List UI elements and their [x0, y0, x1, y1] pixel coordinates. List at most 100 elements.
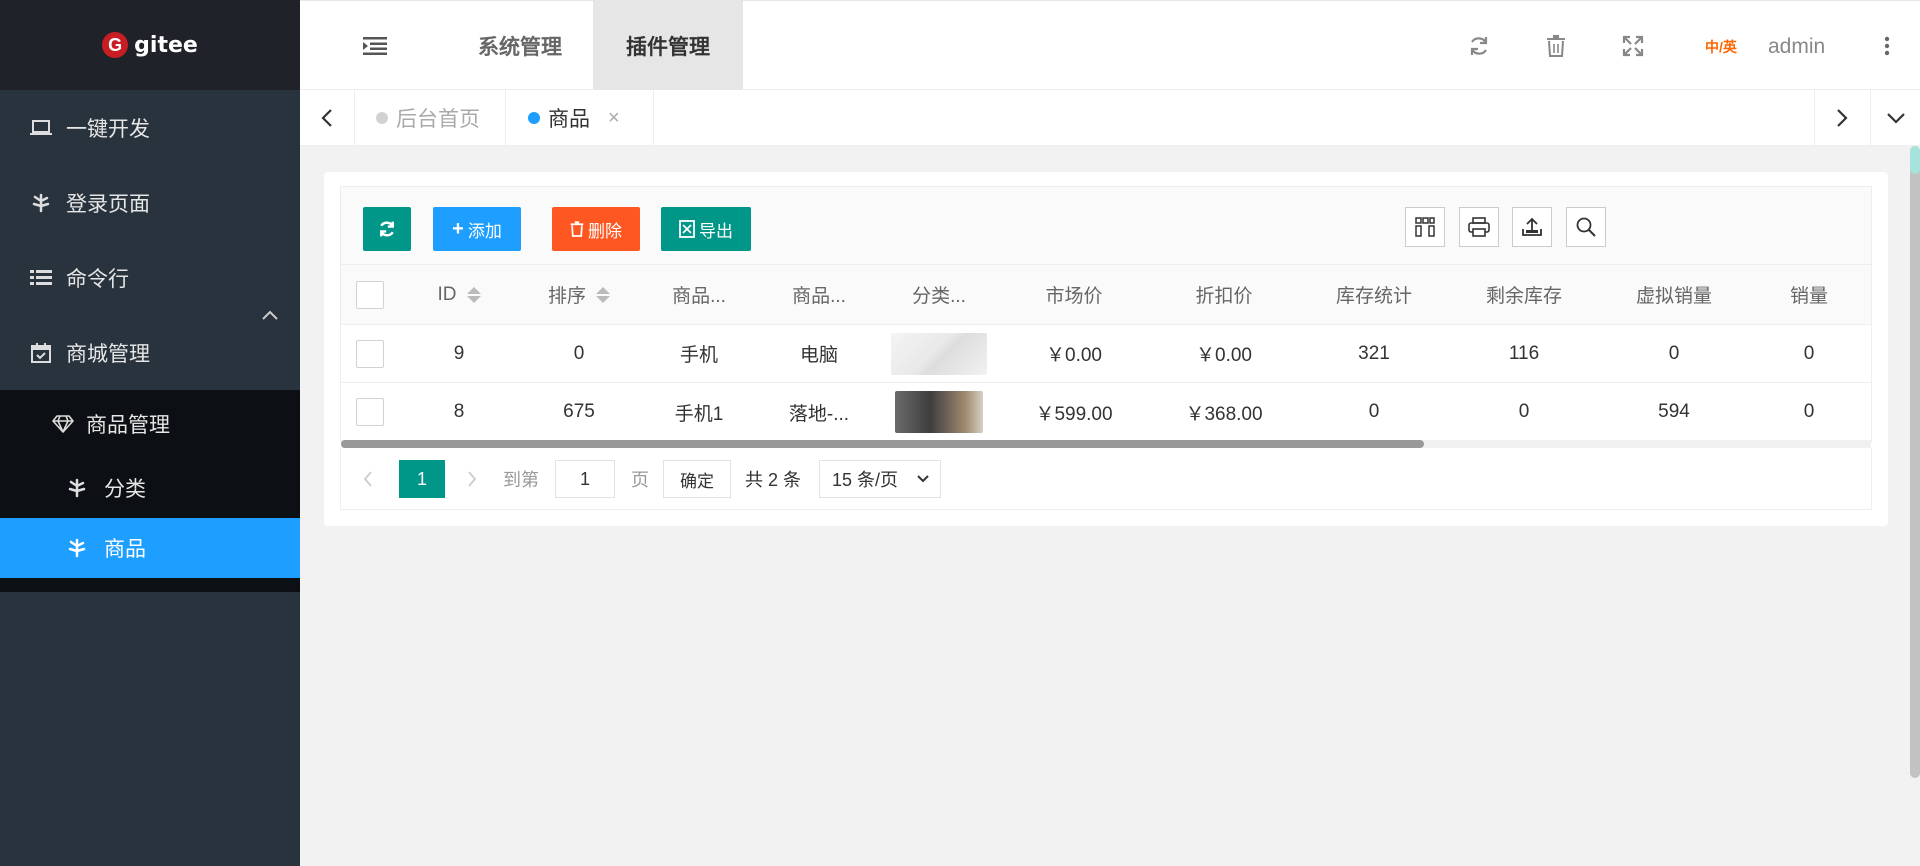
goods-thumbnail[interactable] [895, 391, 983, 433]
th-market-price: 市场价 [1045, 286, 1103, 307]
cell-virtual-sales: 594 [1658, 401, 1690, 422]
next-page-icon[interactable] [467, 460, 477, 498]
user-menu[interactable]: admin [1768, 35, 1825, 59]
sidebar-item-category[interactable]: 分类 [0, 458, 300, 518]
sidebar-item-mall-manage[interactable]: 商城管理 [0, 310, 300, 390]
list-icon [30, 267, 52, 289]
excel-file-icon [679, 220, 695, 238]
cell-goods-name: 手机 [679, 345, 718, 366]
refresh-icon[interactable] [1466, 33, 1492, 59]
menu-toggle-icon[interactable] [362, 33, 388, 59]
more-vertical-icon[interactable] [1874, 33, 1900, 59]
sidebar-item-quick-dev[interactable]: 一键开发 [0, 90, 300, 165]
search-icon[interactable] [1566, 207, 1606, 247]
page-vertical-scrollbar[interactable] [1910, 146, 1920, 778]
print-icon[interactable] [1459, 207, 1499, 247]
goto-confirm-button[interactable]: 确定 [663, 460, 731, 498]
page-tab-home[interactable]: 后台首页 [356, 90, 506, 146]
chevron-down-icon[interactable] [1870, 90, 1920, 146]
refresh-button[interactable] [363, 207, 411, 251]
trash-icon [570, 221, 584, 237]
table-row[interactable]: 8 675 手机1 落地-... ￥599.00 ￥368.00 0 0 594… [341, 383, 1871, 441]
sidebar-item-label: 商品管理 [86, 414, 170, 437]
close-icon[interactable]: × [608, 107, 620, 130]
chevron-up-icon [262, 307, 278, 325]
sort-icon[interactable] [596, 286, 610, 303]
sidebar-item-label: 分类 [104, 478, 146, 501]
delete-button[interactable]: 删除 [552, 207, 640, 251]
cell-goods-cat: 落地-... [788, 403, 850, 425]
th-sales: 销量 [1789, 286, 1828, 307]
delete-button-label: 删除 [588, 221, 622, 241]
cell-sales: 0 [1803, 342, 1815, 364]
sidebar-item-label: 一键开发 [66, 117, 150, 141]
trash-icon[interactable] [1543, 33, 1569, 59]
cell-category-image [879, 325, 999, 382]
tab-system-manage[interactable]: 系统管理 [450, 1, 590, 91]
cell-sort: 675 [563, 401, 595, 422]
cell-stock-left: 0 [1518, 401, 1530, 422]
tab-scroll-left-icon[interactable] [300, 90, 355, 146]
scrollbar-thumb[interactable] [1910, 146, 1920, 174]
th-discount-price: 折扣价 [1195, 286, 1253, 307]
laptop-icon [30, 117, 52, 139]
th-goods-name: 商品... [672, 286, 726, 307]
goods-thumbnail[interactable] [891, 332, 987, 375]
cell-stock-total: 0 [1368, 401, 1380, 422]
cell-discount-price: ￥0.00 [1196, 345, 1252, 366]
current-page[interactable]: 1 [399, 460, 445, 498]
language-switch[interactable]: 中/英 [1705, 37, 1737, 57]
th-stock-left: 剩余库存 [1485, 286, 1562, 307]
cell-stock-total: 321 [1358, 342, 1390, 364]
cell-category-image [879, 383, 999, 441]
goto-page-input[interactable]: 1 [555, 460, 615, 498]
page-size-select[interactable]: 15 条/页 [819, 460, 941, 498]
submenu-tail [0, 578, 300, 592]
columns-filter-icon[interactable] [1405, 207, 1445, 247]
leaf-icon [30, 192, 52, 214]
refresh-icon [380, 221, 394, 237]
cell-discount-price: ￥368.00 [1185, 403, 1263, 425]
table-horizontal-scrollbar[interactable] [341, 440, 1871, 448]
add-button[interactable]: + 添加 [433, 207, 521, 251]
prev-page-icon[interactable] [363, 460, 373, 498]
cell-sales: 0 [1803, 401, 1815, 422]
logo[interactable]: G gitee [0, 0, 300, 90]
sidebar-item-label: 商品 [104, 538, 146, 561]
diamond-icon [52, 413, 74, 435]
tab-scroll-right-icon[interactable] [1814, 90, 1869, 146]
page-size-value: 15 条/页 [832, 470, 899, 490]
fullscreen-icon[interactable] [1620, 33, 1646, 59]
cell-stock-left: 116 [1508, 342, 1540, 364]
export-data-icon[interactable] [1512, 207, 1552, 247]
th-id[interactable]: ID [399, 265, 519, 324]
pagination: 1 到第 1 页 确定 共 2 条 15 条/页 [340, 448, 1872, 510]
page-tab-goods[interactable]: 商品 × [506, 90, 654, 146]
cell-sort: 0 [573, 342, 585, 364]
calendar-icon [30, 342, 52, 364]
sidebar-item-login-page[interactable]: 登录页面 [0, 165, 300, 240]
row-checkbox[interactable] [356, 398, 384, 426]
leaf-icon [66, 477, 88, 499]
select-all-checkbox[interactable] [356, 280, 384, 309]
sidebar-item-goods-manage[interactable]: 商品管理 [0, 390, 300, 458]
th-label: 排序 [547, 286, 586, 307]
sidebar-item-label: 商城管理 [66, 342, 150, 366]
table-row[interactable]: 9 0 手机 电脑 ￥0.00 ￥0.00 321 116 0 0 [341, 325, 1871, 383]
row-checkbox-cell [341, 383, 399, 441]
sidebar-item-goods[interactable]: 商品 [0, 518, 300, 578]
th-sort[interactable]: 排序 [519, 265, 639, 324]
cell-virtual-sales: 0 [1668, 342, 1680, 364]
export-button[interactable]: 导出 [661, 207, 751, 251]
add-button-label: 添加 [467, 221, 502, 241]
th-virtual-sales: 虚拟销量 [1635, 286, 1712, 307]
row-checkbox[interactable] [356, 339, 384, 368]
page-tab-label: 商品 [548, 108, 590, 131]
sidebar-item-command-line[interactable]: 命令行 [0, 240, 300, 315]
scrollbar-thumb[interactable] [341, 440, 1424, 448]
total-count: 共 2 条 [745, 470, 802, 490]
tab-plugin-manage[interactable]: 插件管理 [593, 1, 743, 91]
sort-icon[interactable] [466, 286, 481, 303]
goto-label: 到第 [503, 470, 539, 490]
tab-dot-icon [376, 112, 388, 124]
